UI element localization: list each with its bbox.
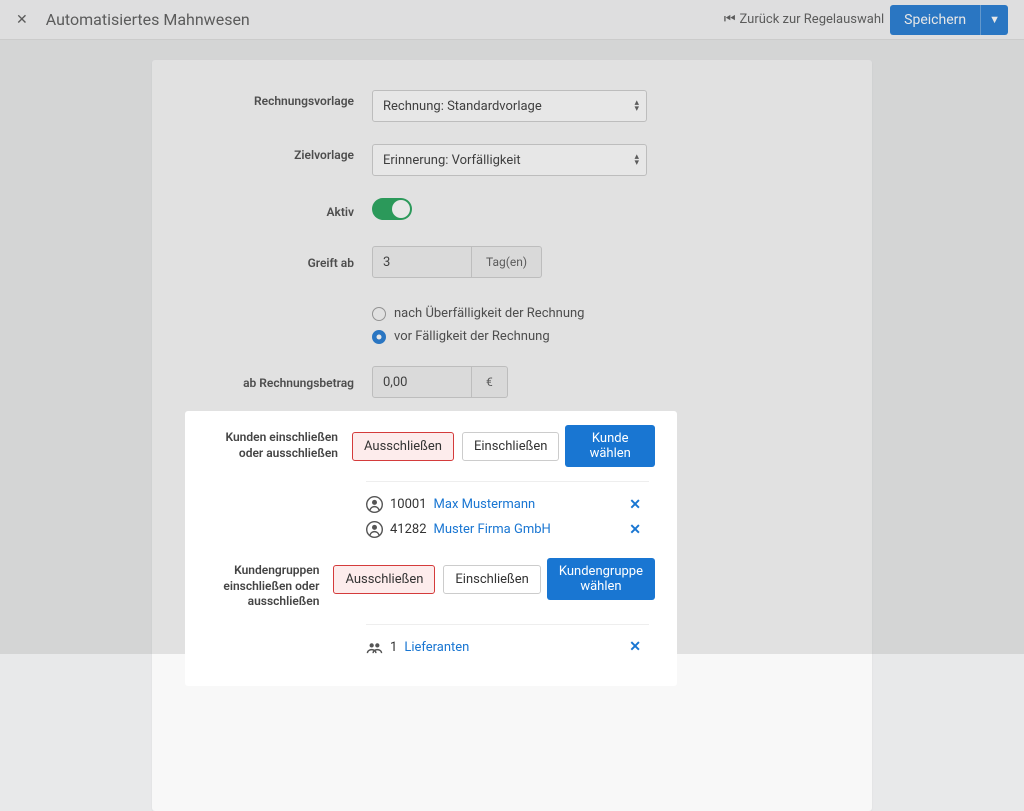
page-title: Automatisiertes Mahnwesen <box>46 10 250 29</box>
save-dropdown-button[interactable]: ▼ <box>980 5 1008 35</box>
list-item: 10001 Max Mustermann ✕ <box>366 496 649 513</box>
label-gruppen: Kundengruppen einschließen oder ausschli… <box>207 558 333 610</box>
input-ab-betrag[interactable] <box>372 366 472 398</box>
addon-currency: € <box>472 366 508 398</box>
group-list: 1 Lieferanten ✕ <box>366 624 649 656</box>
remove-icon[interactable]: ✕ <box>629 522 641 538</box>
select-rechnungsvorlage[interactable]: Rechnung: Standardvorlage <box>372 90 647 122</box>
label-aktiv: Aktiv <box>192 201 372 221</box>
radio-label: nach Überfälligkeit der Rechnung <box>394 306 584 321</box>
label-ab-betrag: ab Rechnungsbetrag <box>192 372 372 392</box>
person-icon <box>366 496 383 513</box>
customer-list: 10001 Max Mustermann ✕ 41282 Muster Firm… <box>366 481 649 538</box>
input-greift-ab[interactable] <box>372 246 472 278</box>
radio-vor-faelligkeit[interactable]: vor Fälligkeit der Rechnung <box>372 329 647 344</box>
label-greift-ab: Greift ab <box>192 252 372 272</box>
customer-name-link[interactable]: Max Mustermann <box>434 497 536 512</box>
customer-id: 41282 <box>390 522 427 537</box>
label-rechnungsvorlage: Rechnungsvorlage <box>192 90 372 110</box>
highlight-zone: Kunden einschließen oder ausschließen Au… <box>185 411 677 686</box>
back-label: Zurück zur Regelauswahl <box>740 12 885 27</box>
label-kunden: Kunden einschließen oder ausschließen <box>207 425 352 461</box>
back-link[interactable]: ⏮ Zurück zur Regelauswahl <box>724 12 884 27</box>
save-button[interactable]: Speichern <box>890 5 980 35</box>
radio-nach-ueberfaelligkeit[interactable]: nach Überfälligkeit der Rechnung <box>372 306 647 321</box>
radio-icon <box>372 330 386 344</box>
group-name-link[interactable]: Lieferanten <box>404 640 469 655</box>
remove-icon[interactable]: ✕ <box>629 497 641 513</box>
select-zielvorlage[interactable]: Erinnerung: Vorfälligkeit <box>372 144 647 176</box>
kunde-waehlen-button[interactable]: Kunde wählen <box>565 425 655 467</box>
radio-icon <box>372 307 386 321</box>
group-id: 1 <box>390 640 397 655</box>
seg-ausschliessen-kunden[interactable]: Ausschließen <box>352 432 454 461</box>
gruppe-waehlen-button[interactable]: Kundengruppe wählen <box>547 558 655 600</box>
group-icon <box>366 639 383 656</box>
seg-einschliessen-kunden[interactable]: Einschließen <box>462 432 559 461</box>
customer-id: 10001 <box>390 497 427 512</box>
seg-einschliessen-gruppen[interactable]: Einschließen <box>443 565 540 594</box>
back-icon: ⏮ <box>724 12 736 27</box>
label-zielvorlage: Zielvorlage <box>192 144 372 164</box>
seg-ausschliessen-gruppen[interactable]: Ausschließen <box>333 565 435 594</box>
addon-tagen: Tag(en) <box>472 246 542 278</box>
remove-icon[interactable]: ✕ <box>629 639 641 655</box>
customer-name-link[interactable]: Muster Firma GmbH <box>434 522 551 537</box>
person-icon <box>366 521 383 538</box>
header: ✕ Automatisiertes Mahnwesen ⏮ Zurück zur… <box>0 0 1024 40</box>
radio-label: vor Fälligkeit der Rechnung <box>394 329 550 344</box>
toggle-aktiv[interactable] <box>372 198 412 220</box>
list-item: 1 Lieferanten ✕ <box>366 639 649 656</box>
close-icon[interactable]: ✕ <box>16 12 28 28</box>
list-item: 41282 Muster Firma GmbH ✕ <box>366 521 649 538</box>
